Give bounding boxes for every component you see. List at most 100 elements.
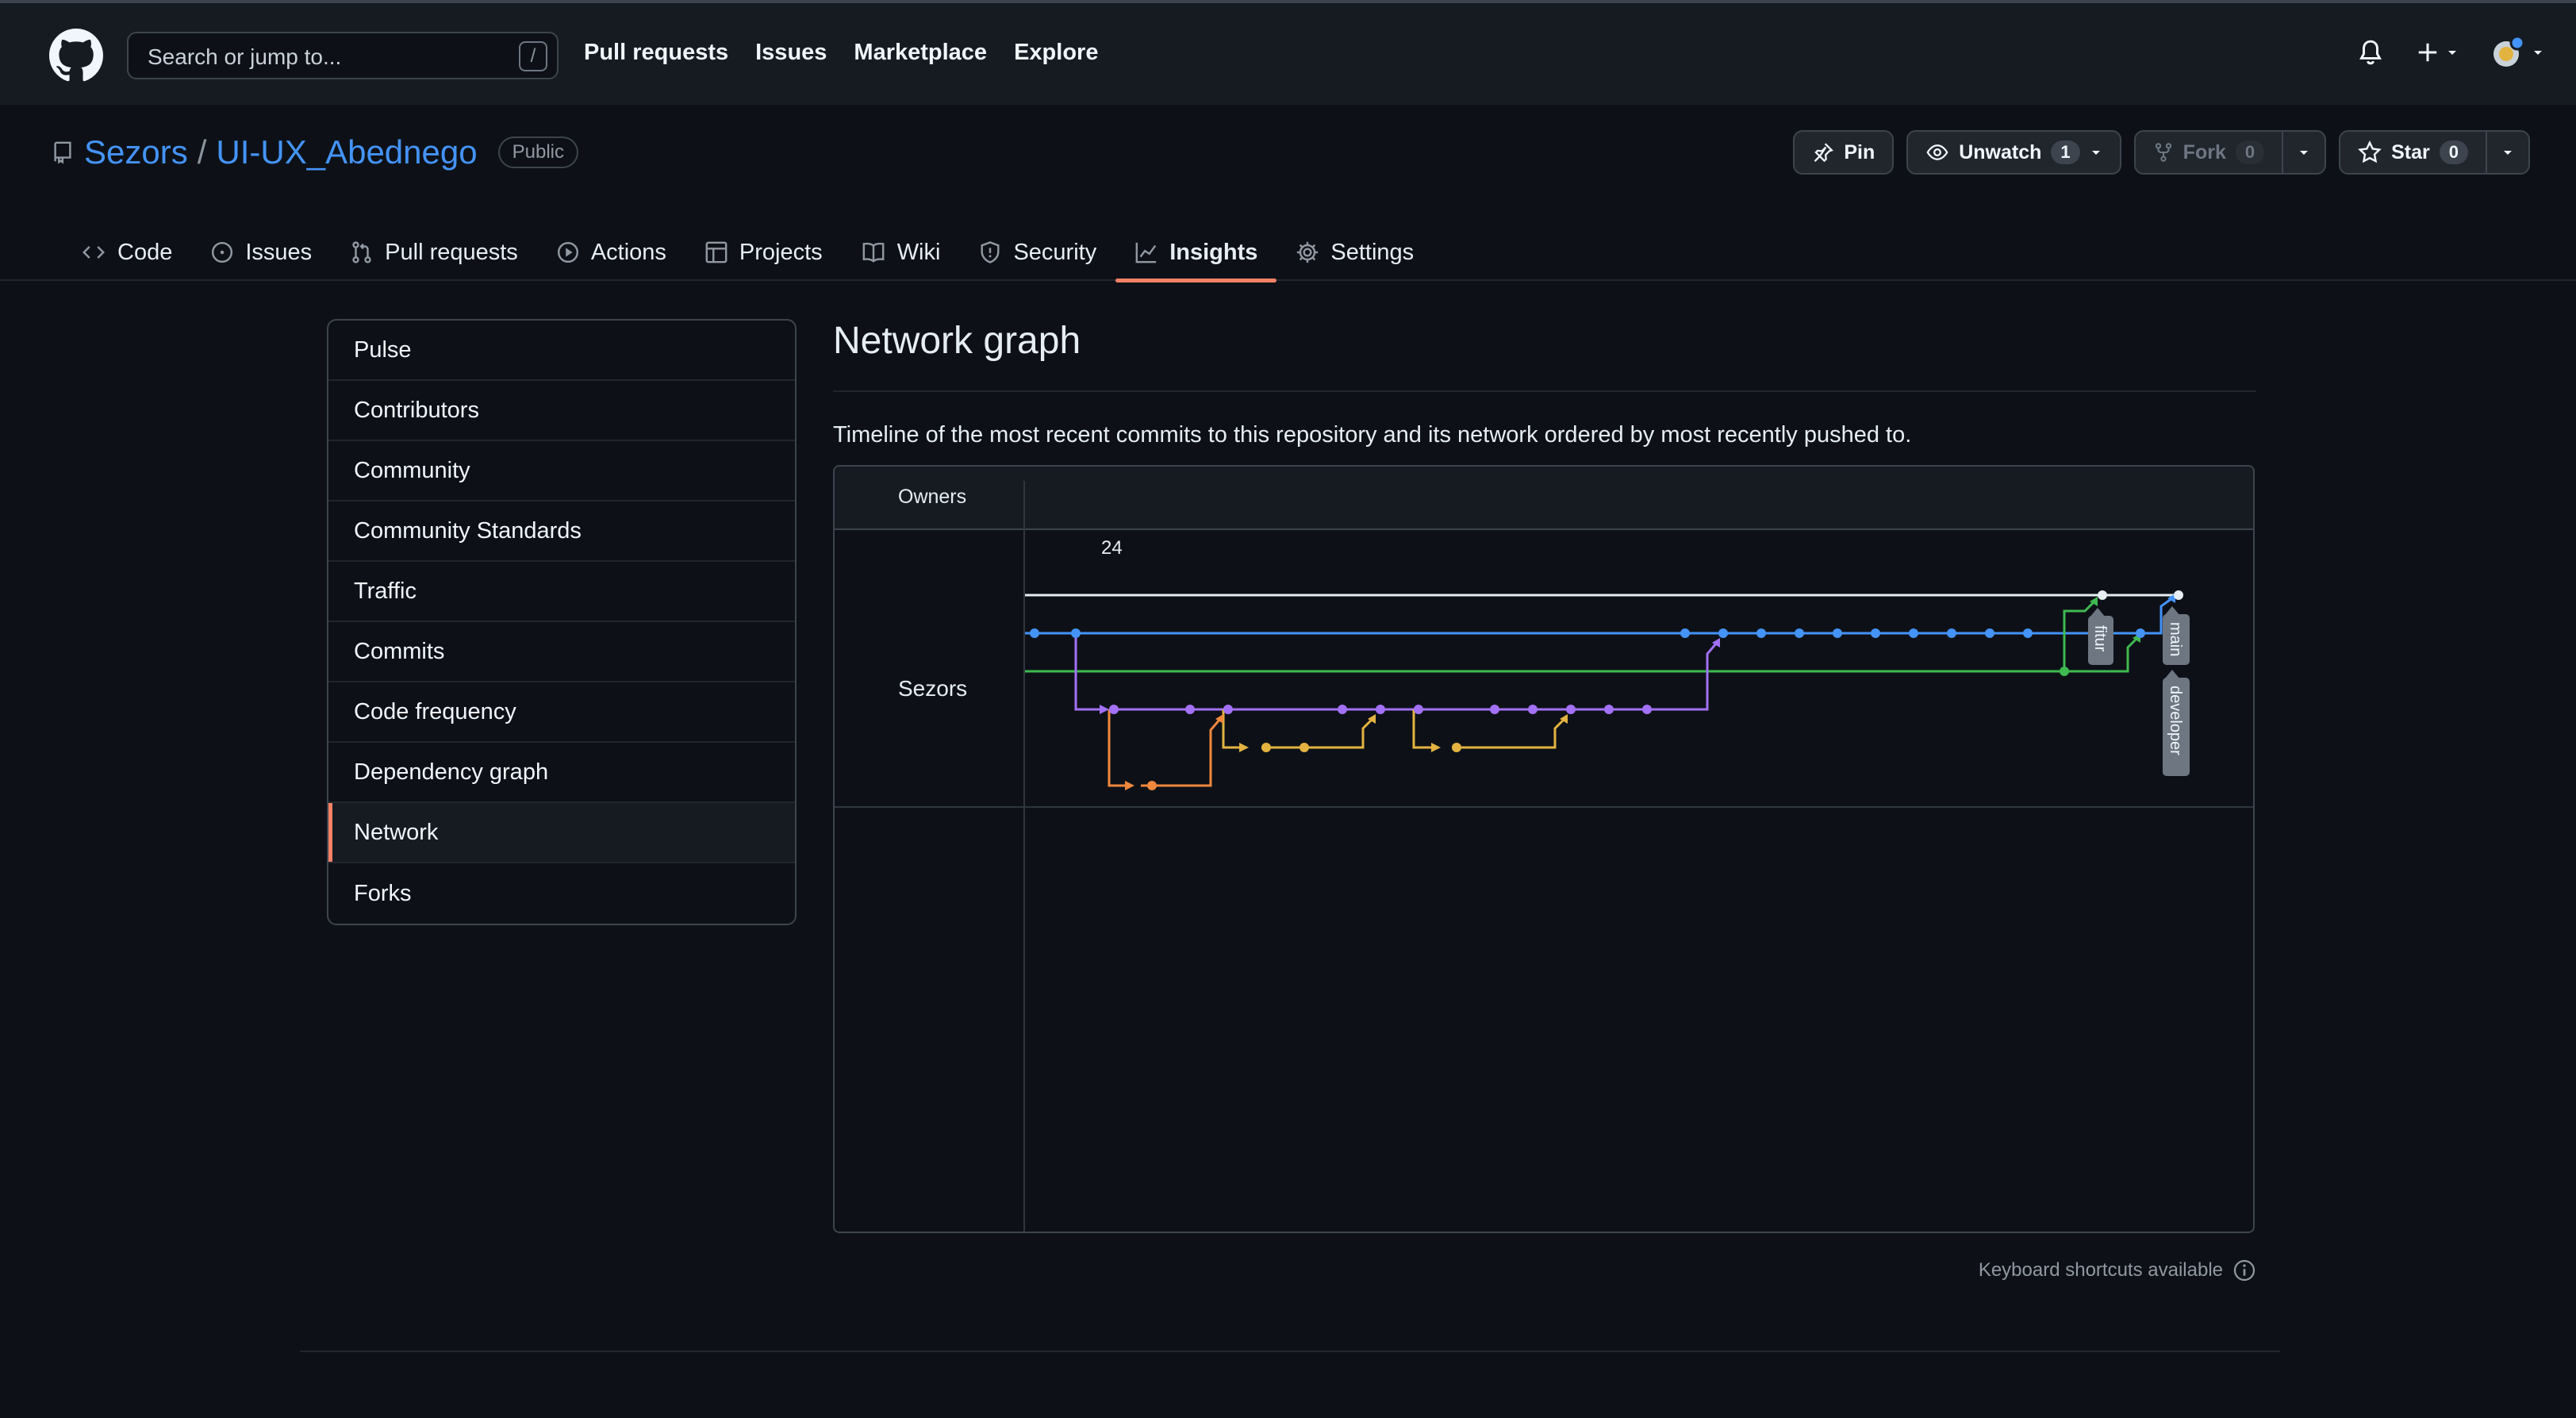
- tab-label: Code: [117, 239, 173, 265]
- watch-count: 1: [2051, 140, 2080, 164]
- repo-path-separator: /: [197, 133, 207, 171]
- tab-security[interactable]: Security: [959, 224, 1115, 281]
- star-button[interactable]: Star 0: [2339, 130, 2530, 175]
- footer-divider: [300, 1351, 2280, 1352]
- page-description: Timeline of the most recent commits to t…: [833, 422, 1912, 448]
- insights-sidebar: Pulse Contributors Community Community S…: [327, 319, 797, 925]
- branch-label-developer[interactable]: developer: [2163, 670, 2190, 776]
- commits-green: [2060, 667, 2069, 676]
- branch-label-fitur-text: fitur: [2091, 625, 2109, 652]
- keyboard-shortcuts-hint[interactable]: Keyboard shortcuts available: [1979, 1259, 2256, 1282]
- visibility-badge: Public: [497, 136, 578, 168]
- sidebar-item-code-frequency[interactable]: Code frequency: [328, 682, 795, 743]
- unwatch-label: Unwatch: [1959, 140, 2042, 163]
- issue-icon: [212, 241, 233, 263]
- plus-icon: [2418, 43, 2437, 62]
- tab-label: Pull requests: [385, 239, 518, 265]
- caret-down-icon: [2504, 151, 2512, 155]
- sidebar-item-community[interactable]: Community: [328, 441, 795, 501]
- branch-label-developer-text: developer: [2167, 686, 2184, 755]
- pin-button[interactable]: Pin: [1793, 130, 1895, 175]
- nav-explore[interactable]: Explore: [1014, 40, 1098, 66]
- sidebar-item-contributors[interactable]: Contributors: [328, 381, 795, 441]
- branch-green: [1025, 600, 2139, 673]
- search-input[interactable]: Search or jump to... /: [127, 32, 559, 79]
- repo-owner-link[interactable]: Sezors: [84, 133, 188, 171]
- repository-header: Sezors / UI-UX_Abednego Public Pin Unwat…: [0, 105, 2576, 282]
- branch-label-main[interactable]: main: [2163, 606, 2190, 665]
- table-icon: [705, 241, 727, 263]
- commits-purple: [1109, 705, 1652, 714]
- network-graph[interactable]: Owners Sezors 24 fitur main developer: [833, 465, 2255, 1233]
- commits-orange: [1147, 781, 1157, 790]
- repo-tabs: Code Issues Pull requests Actions Projec…: [62, 224, 1433, 282]
- tab-label: Security: [1013, 239, 1097, 265]
- sidebar-item-community-standards[interactable]: Community Standards: [328, 501, 795, 562]
- search-placeholder: Search or jump to...: [148, 44, 342, 69]
- fork-label: Fork: [2182, 140, 2226, 163]
- code-icon: [83, 246, 105, 259]
- network-graph-main: Network graph Timeline of the most recen…: [833, 319, 2256, 1282]
- graph-icon: [1135, 242, 1157, 263]
- unwatch-button[interactable]: Unwatch 1: [1906, 130, 2121, 175]
- fork-icon: [2155, 143, 2171, 162]
- sidebar-item-network[interactable]: Network: [328, 803, 795, 863]
- tab-issues[interactable]: Issues: [191, 224, 331, 281]
- branch-blue: [1025, 597, 2173, 635]
- star-count: 0: [2439, 140, 2468, 164]
- global-nav: Pull requests Issues Marketplace Explore: [584, 40, 1098, 66]
- sidebar-item-dependency-graph[interactable]: Dependency graph: [328, 743, 795, 803]
- pin-label: Pin: [1844, 140, 1875, 163]
- sidebar-item-forks[interactable]: Forks: [328, 863, 795, 924]
- eye-icon: [1926, 144, 1948, 160]
- tab-projects[interactable]: Projects: [685, 224, 842, 281]
- star-label: Star: [2391, 140, 2430, 163]
- tab-label: Actions: [590, 239, 666, 265]
- caret-down-icon: [2448, 51, 2456, 55]
- search-shortcut-key: /: [519, 41, 547, 71]
- tab-code[interactable]: Code: [62, 224, 191, 281]
- branch-yellow: [1222, 709, 1566, 749]
- branch-label-main-text: main: [2167, 622, 2184, 656]
- tab-wiki[interactable]: Wiki: [842, 224, 960, 281]
- tab-label: Issues: [245, 239, 313, 265]
- bell-icon[interactable]: [2357, 38, 2384, 67]
- pin-icon: [1814, 143, 1834, 163]
- nav-marketplace[interactable]: Marketplace: [854, 40, 987, 66]
- caret-down-icon: [2534, 51, 2542, 55]
- tab-label: Settings: [1330, 239, 1415, 265]
- tab-settings[interactable]: Settings: [1276, 224, 1433, 281]
- github-logo-icon[interactable]: [49, 29, 103, 83]
- branch-label-fitur[interactable]: fitur: [2088, 608, 2113, 665]
- star-icon: [2358, 140, 2382, 163]
- global-header: Search or jump to... / Pull requests Iss…: [0, 0, 2576, 105]
- sidebar-item-traffic[interactable]: Traffic: [328, 562, 795, 622]
- tab-insights[interactable]: Insights: [1115, 224, 1277, 282]
- date-label: 24: [1101, 537, 1123, 559]
- book-icon: [862, 242, 885, 263]
- sidebar-item-pulse[interactable]: Pulse: [328, 321, 795, 381]
- tab-label: Projects: [739, 239, 823, 265]
- avatar: [2493, 35, 2525, 67]
- network-graph-canvas[interactable]: 24 fitur main developer: [835, 467, 2255, 1233]
- tab-label: Insights: [1169, 239, 1258, 265]
- star-dropdown[interactable]: [2486, 132, 2528, 173]
- keyboard-shortcuts-label: Keyboard shortcuts available: [1978, 1259, 2223, 1281]
- tab-pull-requests[interactable]: Pull requests: [331, 224, 537, 281]
- tab-label: Wiki: [896, 239, 941, 265]
- page-title: Network graph: [833, 319, 2256, 392]
- fork-button[interactable]: Fork 0: [2133, 130, 2327, 175]
- nav-pull-requests[interactable]: Pull requests: [584, 40, 728, 66]
- nav-issues[interactable]: Issues: [755, 40, 827, 66]
- repo-name-link[interactable]: UI-UX_Abednego: [216, 133, 477, 171]
- header-actions: [2357, 35, 2544, 70]
- sidebar-item-commits[interactable]: Commits: [328, 622, 795, 682]
- repo-icon: [54, 141, 71, 164]
- create-new-dropdown[interactable]: [2416, 40, 2459, 64]
- tab-actions[interactable]: Actions: [537, 224, 685, 281]
- repo-action-buttons: Pin Unwatch 1 Fork 0 Star 0: [1793, 130, 2530, 175]
- fork-dropdown[interactable]: [2282, 132, 2325, 173]
- user-menu[interactable]: [2490, 35, 2544, 70]
- fork-count: 0: [2235, 140, 2265, 164]
- shield-icon: [981, 241, 1000, 263]
